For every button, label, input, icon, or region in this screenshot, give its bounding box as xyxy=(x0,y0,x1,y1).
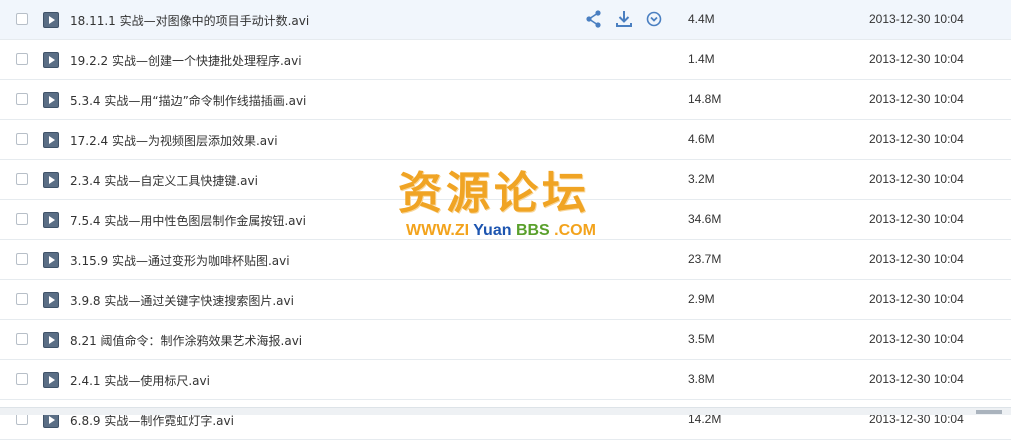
file-date: 2013-12-30 10:04 xyxy=(869,332,964,346)
file-name[interactable]: 18.11.1 实战—对图像中的项目手动计数.avi xyxy=(70,12,309,29)
video-file-icon xyxy=(43,292,59,308)
chevron-down-circle-icon[interactable] xyxy=(644,9,664,29)
file-size: 3.2M xyxy=(688,172,715,186)
row-checkbox[interactable] xyxy=(16,53,28,65)
video-file-icon xyxy=(43,372,59,388)
file-row[interactable]: 8.21 阈值命令：制作涂鸦效果艺术海报.avi 3.5M 2013-12-30… xyxy=(0,320,1011,360)
row-checkbox[interactable] xyxy=(16,333,28,345)
file-size: 1.4M xyxy=(688,52,715,66)
file-row[interactable]: 17.2.4 实战—为视频图层添加效果.avi 4.6M 2013-12-30 … xyxy=(0,120,1011,160)
file-date: 2013-12-30 10:04 xyxy=(869,92,964,106)
file-date: 2013-12-30 10:04 xyxy=(869,132,964,146)
file-size: 34.6M xyxy=(688,212,722,226)
video-file-icon xyxy=(43,132,59,148)
row-checkbox[interactable] xyxy=(16,253,28,265)
file-date: 2013-12-30 10:04 xyxy=(869,52,964,66)
file-row[interactable]: 2.3.4 实战—自定义工具快捷键.avi 3.2M 2013-12-30 10… xyxy=(0,160,1011,200)
row-checkbox[interactable] xyxy=(16,213,28,225)
file-row[interactable]: 5.3.4 实战—用“描边”命令制作线描插画.avi 14.8M 2013-12… xyxy=(0,80,1011,120)
row-checkbox[interactable] xyxy=(16,293,28,305)
video-file-icon xyxy=(43,52,59,68)
video-file-icon xyxy=(43,212,59,228)
file-date: 2013-12-30 10:04 xyxy=(869,292,964,306)
file-name[interactable]: 7.5.4 实战—用中性色图层制作金属按钮.avi xyxy=(70,212,306,229)
file-date: 2013-12-30 10:04 xyxy=(869,212,964,226)
file-row[interactable]: 18.11.1 实战—对图像中的项目手动计数.avi 4.4M 2013-12-… xyxy=(0,0,1011,40)
file-name[interactable]: 2.3.4 实战—自定义工具快捷键.avi xyxy=(70,172,258,189)
file-date: 2013-12-30 10:04 xyxy=(869,372,964,386)
file-row[interactable]: 7.5.4 实战—用中性色图层制作金属按钮.avi 34.6M 2013-12-… xyxy=(0,200,1011,240)
row-checkbox[interactable] xyxy=(16,13,28,25)
file-row[interactable]: 3.15.9 实战—通过变形为咖啡杯贴图.avi 23.7M 2013-12-3… xyxy=(0,240,1011,280)
video-file-icon xyxy=(43,92,59,108)
video-file-icon xyxy=(43,172,59,188)
video-file-icon xyxy=(43,332,59,348)
file-name[interactable]: 3.9.8 实战—通过关键字快速搜索图片.avi xyxy=(70,292,294,309)
file-name[interactable]: 3.15.9 实战—通过变形为咖啡杯贴图.avi xyxy=(70,252,290,269)
file-size: 3.8M xyxy=(688,372,715,386)
file-name[interactable]: 19.2.2 实战—创建一个快捷批处理程序.avi xyxy=(70,52,302,69)
video-file-icon xyxy=(43,12,59,28)
file-name[interactable]: 2.4.1 实战—使用标尺.avi xyxy=(70,372,210,389)
file-date: 2013-12-30 10:04 xyxy=(869,252,964,266)
scrollbar-thumb[interactable] xyxy=(976,410,1002,414)
file-size: 2.9M xyxy=(688,292,715,306)
file-row[interactable]: 6.8.9 实战—制作霓虹灯字.avi 14.2M 2013-12-30 10:… xyxy=(0,400,1011,440)
file-row[interactable]: 3.9.8 实战—通过关键字快速搜索图片.avi 2.9M 2013-12-30… xyxy=(0,280,1011,320)
file-name[interactable]: 5.3.4 实战—用“描边”命令制作线描插画.avi xyxy=(70,92,306,109)
share-icon[interactable] xyxy=(584,9,604,29)
file-size: 4.4M xyxy=(688,12,715,26)
row-checkbox[interactable] xyxy=(16,173,28,185)
file-size: 4.6M xyxy=(688,132,715,146)
file-name[interactable]: 17.2.4 实战—为视频图层添加效果.avi xyxy=(70,132,278,149)
file-size: 3.5M xyxy=(688,332,715,346)
row-checkbox[interactable] xyxy=(16,93,28,105)
file-name[interactable]: 8.21 阈值命令：制作涂鸦效果艺术海报.avi xyxy=(70,332,302,349)
download-icon[interactable] xyxy=(614,9,634,29)
file-size: 23.7M xyxy=(688,252,722,266)
file-list: 18.11.1 实战—对图像中的项目手动计数.avi 4.4M 2013-12-… xyxy=(0,0,1011,440)
file-date: 2013-12-30 10:04 xyxy=(869,172,964,186)
video-file-icon xyxy=(43,252,59,268)
row-checkbox[interactable] xyxy=(16,373,28,385)
file-row[interactable]: 2.4.1 实战—使用标尺.avi 3.8M 2013-12-30 10:04 xyxy=(0,360,1011,400)
file-row[interactable]: 19.2.2 实战—创建一个快捷批处理程序.avi 1.4M 2013-12-3… xyxy=(0,40,1011,80)
row-checkbox[interactable] xyxy=(16,133,28,145)
file-date: 2013-12-30 10:04 xyxy=(869,12,964,26)
file-size: 14.8M xyxy=(688,92,722,106)
